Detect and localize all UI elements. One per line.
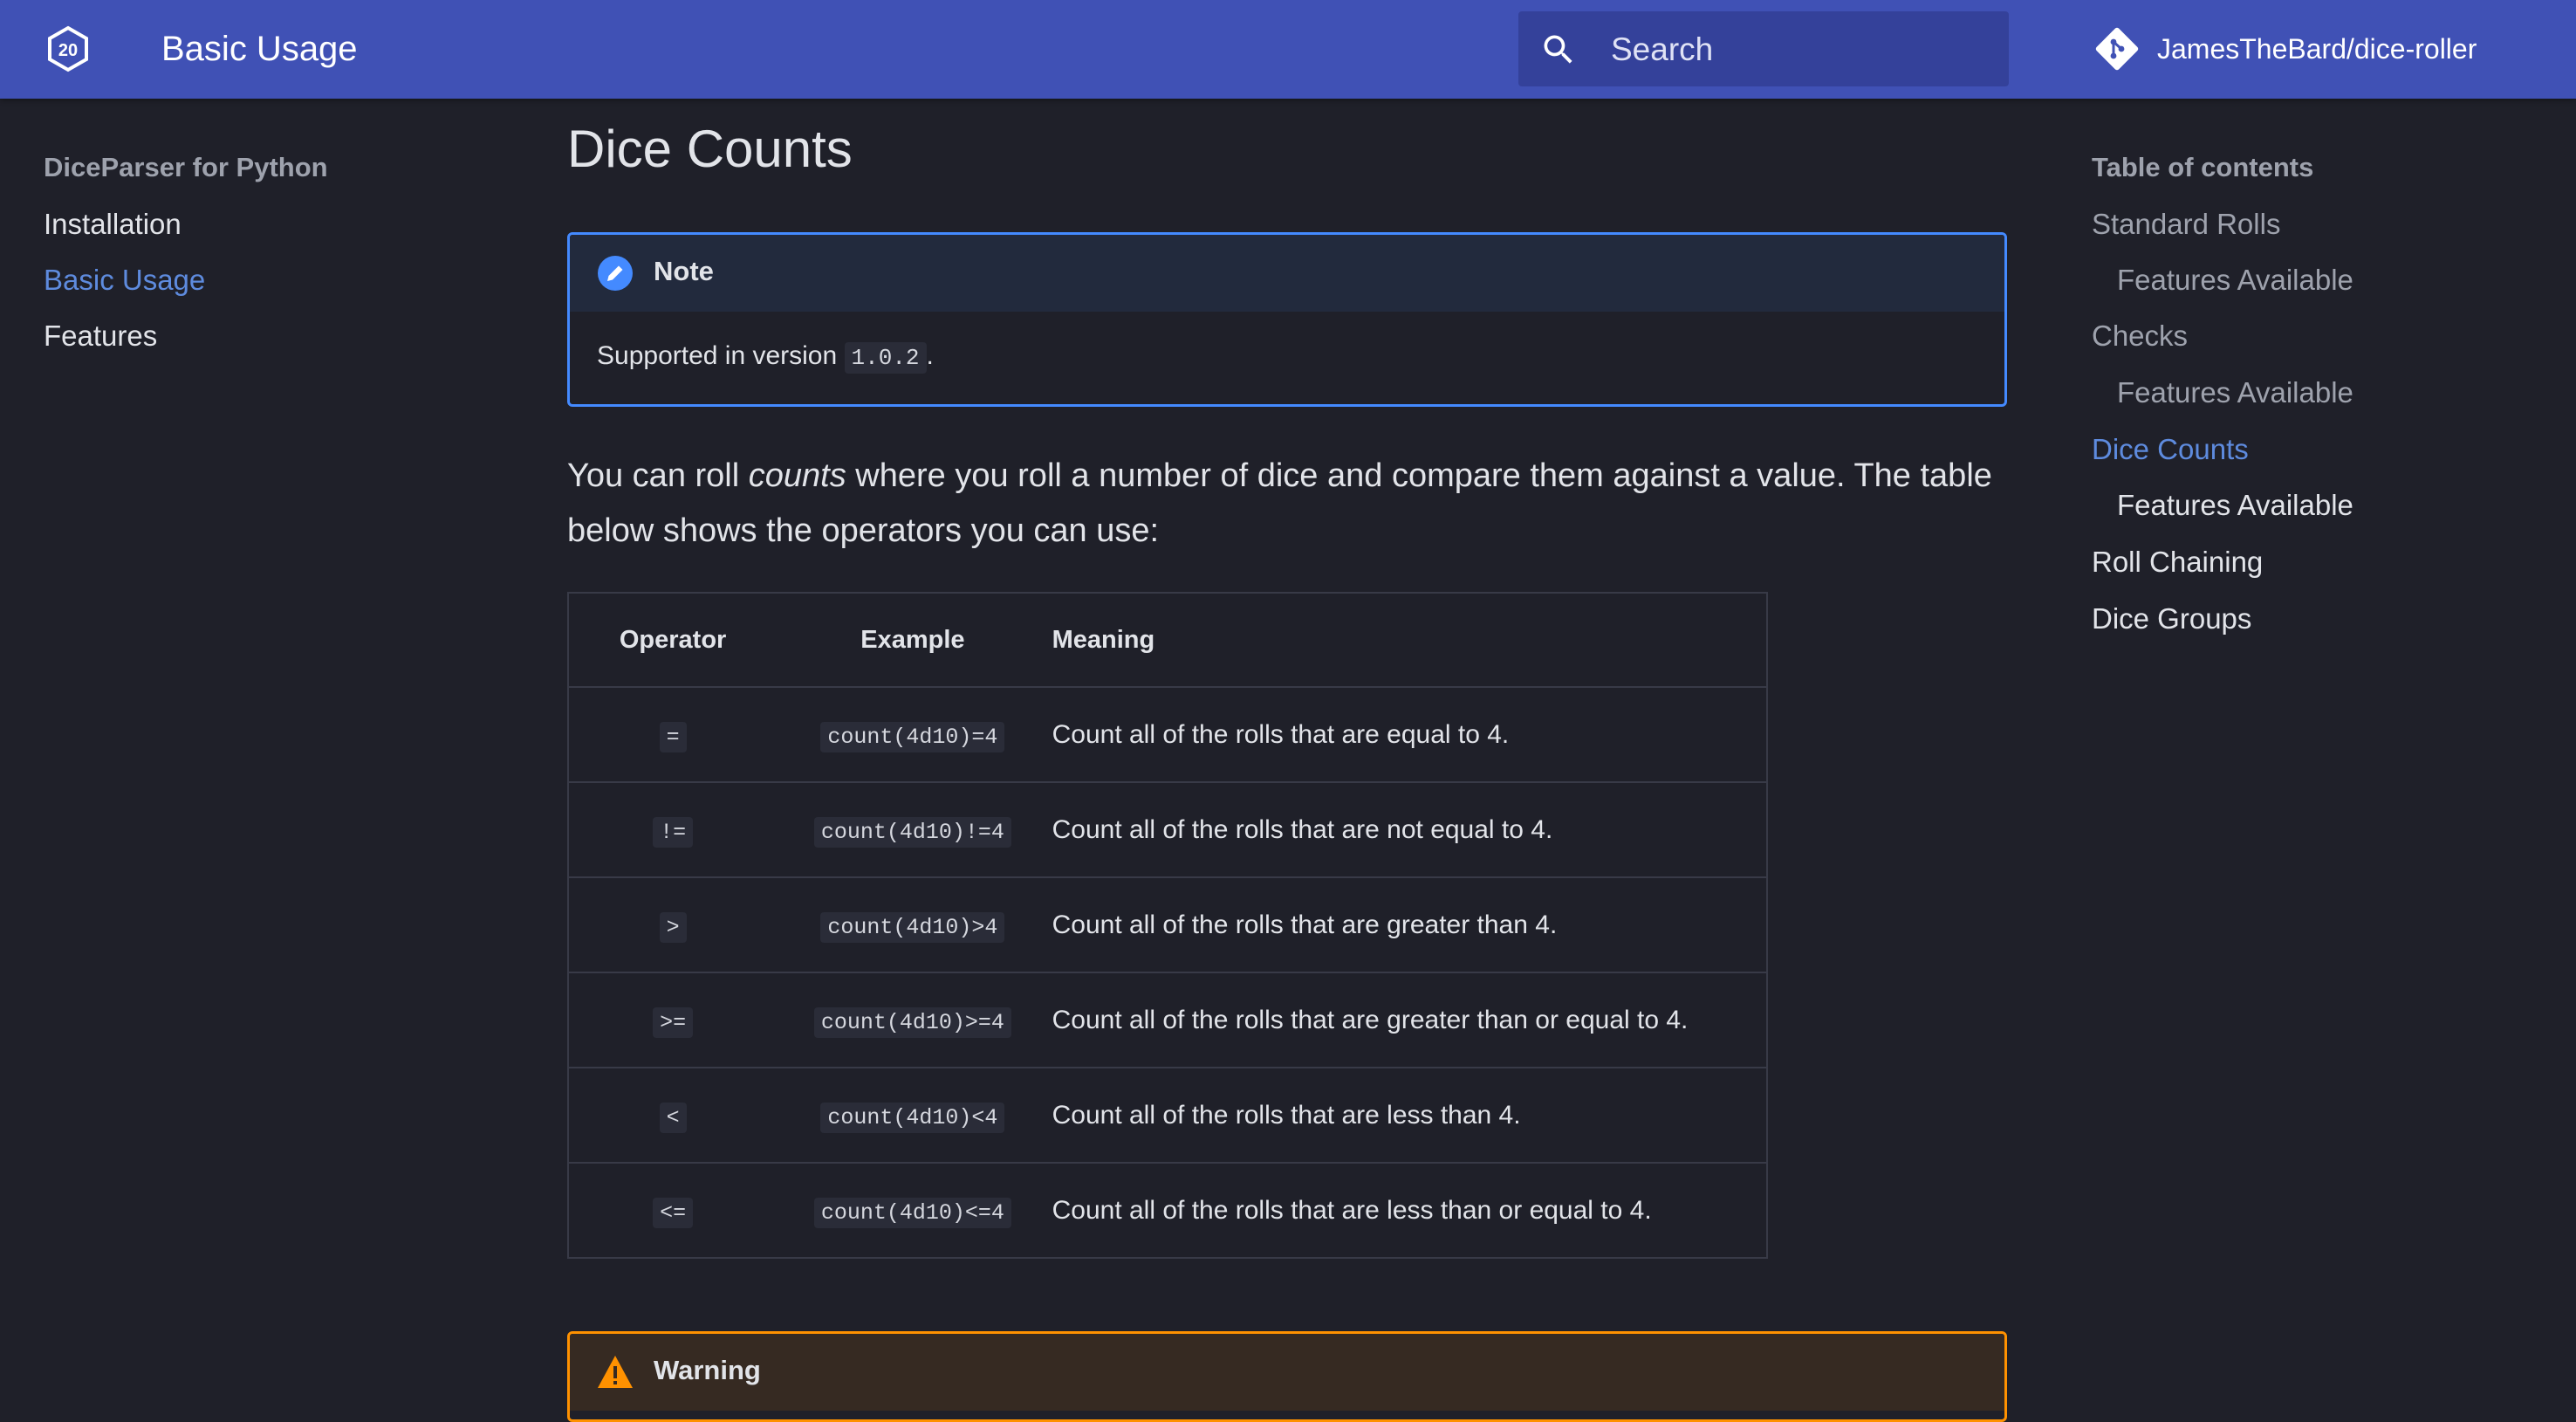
note-suffix: . bbox=[926, 341, 934, 370]
table-row: < count(4d10)<4 Count all of the rolls t… bbox=[568, 1068, 1767, 1164]
example-cell: count(4d10)>4 bbox=[777, 877, 1049, 973]
toc-item-features-available[interactable]: Features Available bbox=[2117, 489, 2353, 522]
note-header: Note bbox=[570, 235, 2004, 312]
operator-code: > bbox=[659, 911, 687, 943]
git-icon bbox=[2095, 27, 2139, 71]
nav-item-basic-usage[interactable]: Basic Usage bbox=[44, 264, 205, 297]
search-box[interactable] bbox=[1518, 11, 2009, 88]
page-title: Dice Counts bbox=[567, 120, 853, 178]
warning-header: Warning bbox=[570, 1334, 2004, 1411]
header-title: Basic Usage bbox=[161, 30, 358, 68]
operator-code: >= bbox=[653, 1006, 694, 1038]
operator-cell: != bbox=[568, 782, 778, 878]
search-input[interactable] bbox=[1609, 11, 1997, 88]
toc-item-features-available[interactable]: Features Available bbox=[2117, 264, 2353, 297]
intro-paragraph: You can roll counts where you roll a num… bbox=[567, 449, 2016, 559]
nav-item-features[interactable]: Features bbox=[44, 319, 157, 353]
header-operator: Operator bbox=[568, 593, 778, 688]
header-example: Example bbox=[777, 593, 1049, 688]
toc-item-features-available[interactable]: Features Available bbox=[2117, 376, 2353, 409]
repo-name: JamesTheBard/dice-roller bbox=[2157, 33, 2477, 65]
example-code: count(4d10)>4 bbox=[820, 911, 1005, 943]
header-meaning: Meaning bbox=[1048, 593, 1767, 688]
toc-item-standard-rolls[interactable]: Standard Rolls bbox=[2092, 208, 2280, 241]
meaning-cell: Count all of the rolls that are less tha… bbox=[1048, 1068, 1767, 1164]
table-row: <= count(4d10)<=4 Count all of the rolls… bbox=[568, 1163, 1767, 1258]
table-row: = count(4d10)=4 Count all of the rolls t… bbox=[568, 687, 1767, 783]
d20-icon[interactable]: 20 bbox=[44, 24, 92, 73]
nav-section-title: DiceParser for Python bbox=[44, 152, 328, 182]
operator-code: = bbox=[659, 721, 687, 752]
operator-cell: <= bbox=[568, 1163, 777, 1258]
warning-admonition: Warning bbox=[567, 1331, 2007, 1422]
nav-item-installation[interactable]: Installation bbox=[44, 208, 182, 241]
operator-code: != bbox=[653, 816, 694, 848]
operator-cell: >= bbox=[568, 972, 778, 1068]
example-cell: count(4d10)<4 bbox=[777, 1068, 1049, 1164]
note-text: Supported in version bbox=[597, 341, 838, 370]
toc-title: Table of contents bbox=[2092, 152, 2314, 182]
table-row: >= count(4d10)>=4 Count all of the rolls… bbox=[568, 972, 1767, 1068]
operator-code: < bbox=[659, 1102, 687, 1133]
table-row: != count(4d10)!=4 Count all of the rolls… bbox=[568, 782, 1767, 878]
meaning-cell: Count all of the rolls that are greater … bbox=[1048, 877, 1767, 973]
operator-cell: = bbox=[568, 687, 778, 783]
meaning-cell: Count all of the rolls that are not equa… bbox=[1048, 782, 1767, 878]
example-cell: count(4d10)<=4 bbox=[777, 1163, 1048, 1258]
example-code: count(4d10)!=4 bbox=[813, 816, 1011, 848]
note-admonition: Note Supported in version 1.0.2. bbox=[567, 232, 2007, 407]
example-cell: count(4d10)!=4 bbox=[777, 782, 1049, 878]
meaning-cell: Count all of the rolls that are equal to… bbox=[1048, 687, 1767, 783]
top-header: 20 Basic Usage JamesTheBard/dice-roller bbox=[0, 0, 2576, 99]
example-code: count(4d10)<=4 bbox=[813, 1197, 1011, 1228]
warning-icon bbox=[598, 1356, 633, 1388]
note-title: Note bbox=[654, 256, 714, 286]
toc-item-checks[interactable]: Checks bbox=[2092, 319, 2188, 353]
note-body: Supported in version 1.0.2. bbox=[597, 341, 934, 374]
example-code: count(4d10)=4 bbox=[820, 721, 1005, 752]
example-cell: count(4d10)>=4 bbox=[777, 972, 1049, 1068]
pencil-icon bbox=[598, 256, 633, 291]
warning-title: Warning bbox=[654, 1355, 761, 1385]
toc-item-dice-counts[interactable]: Dice Counts bbox=[2092, 433, 2249, 466]
logo-label: 20 bbox=[58, 41, 78, 60]
toc-item-roll-chaining[interactable]: Roll Chaining bbox=[2092, 546, 2263, 579]
operator-cell: < bbox=[568, 1068, 778, 1164]
intro-emphasis: counts bbox=[748, 457, 846, 494]
operators-table: Operator Example Meaning = count(4d10)=4… bbox=[567, 592, 1768, 1259]
meaning-cell: Count all of the rolls that are less tha… bbox=[1052, 1195, 1652, 1225]
example-code: count(4d10)>=4 bbox=[813, 1006, 1011, 1038]
table-header-row: Operator Example Meaning bbox=[568, 593, 1767, 688]
search-icon bbox=[1544, 35, 1572, 64]
toc-item-dice-groups[interactable]: Dice Groups bbox=[2092, 602, 2251, 635]
operator-cell: > bbox=[568, 877, 778, 973]
example-code: count(4d10)<4 bbox=[820, 1102, 1005, 1133]
meaning-cell: Count all of the rolls that are greater … bbox=[1048, 972, 1767, 1068]
operator-code: <= bbox=[653, 1197, 694, 1228]
table-row: > count(4d10)>4 Count all of the rolls t… bbox=[568, 877, 1767, 973]
intro-text-1: You can roll bbox=[567, 457, 749, 494]
version-code: 1.0.2 bbox=[844, 342, 927, 374]
example-cell: count(4d10)=4 bbox=[777, 687, 1049, 783]
